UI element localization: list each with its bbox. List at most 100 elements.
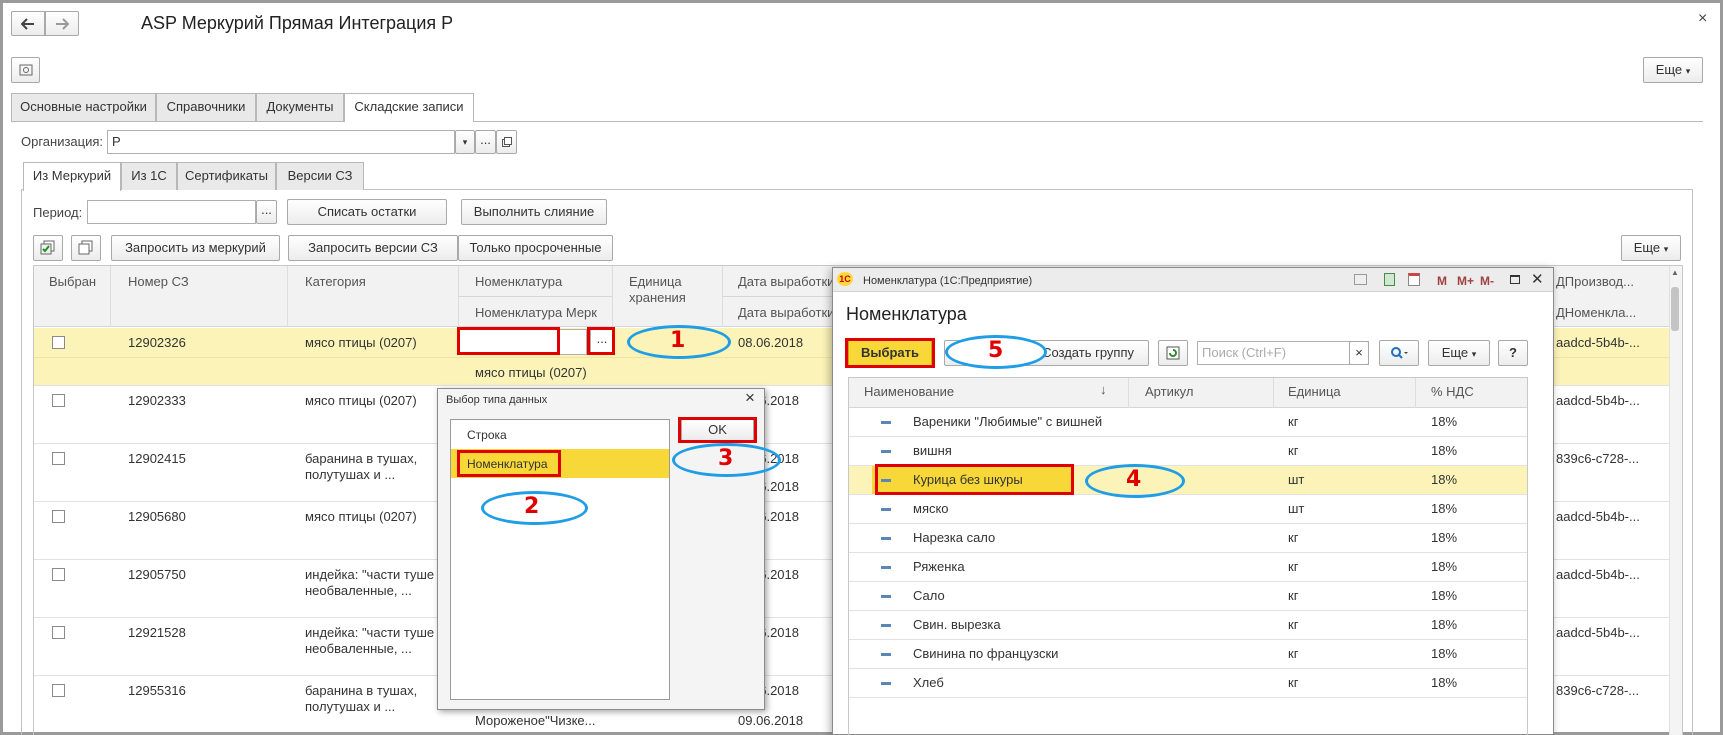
subtab-from-mercury[interactable]: Из Меркурий (23, 162, 121, 191)
annotation-box-selected-item (875, 464, 1074, 495)
org-select-button[interactable]: ... (475, 130, 496, 154)
col-number[interactable]: Номер СЗ (128, 274, 189, 289)
scroll-up-icon[interactable]: ▲ (1671, 268, 1679, 277)
help-button[interactable]: ? (1498, 340, 1528, 366)
nom-col-unit[interactable]: Единица (1288, 384, 1341, 399)
print-icon[interactable] (1354, 274, 1367, 285)
row-nomenclature-merc: мясо птицы (0207) (475, 365, 587, 380)
nom-item-name[interactable]: мяско (913, 501, 949, 517)
request-versions-button[interactable]: Запросить версии СЗ (288, 235, 458, 261)
nom-item-vat: 18% (1431, 472, 1458, 487)
type-item-string[interactable]: Строка (467, 427, 507, 443)
col-producer[interactable]: ДПроизвод... (1556, 274, 1634, 289)
nom-item-name[interactable]: Свин. вырезка (913, 617, 1001, 633)
search-clear-button[interactable]: × (1349, 341, 1369, 365)
nom-item-name[interactable]: Свинина по французски (913, 646, 1058, 662)
request-mercury-button[interactable]: Запросить из меркурий (111, 235, 280, 261)
tab-documents[interactable]: Документы (256, 93, 344, 121)
nom-item-unit: кг (1288, 414, 1299, 429)
memory-m-button[interactable]: M (1437, 274, 1447, 288)
nom-item-unit: кг (1288, 530, 1299, 545)
row-guid: aadcd-5b4b-... (1556, 567, 1640, 582)
nom-item-name[interactable]: Нарезка сало (913, 530, 995, 546)
col-storage-unit[interactable]: Единица хранения (629, 274, 705, 306)
search-button[interactable] (1379, 340, 1419, 366)
only-expired-button[interactable]: Только просроченные (458, 235, 613, 261)
tab-references[interactable]: Справочники (156, 93, 256, 121)
col-nomenclature-merc[interactable]: Номенклатура Мерк (475, 305, 597, 320)
col-production-date-2[interactable]: Дата выработки (738, 305, 834, 320)
col-production-date[interactable]: Дата выработки (738, 274, 834, 289)
memory-m-minus-button[interactable]: M- (1480, 274, 1494, 288)
tab-warehouse-records[interactable]: Складские записи (344, 93, 474, 122)
nom-item-unit: кг (1288, 646, 1299, 661)
item-marker-icon (881, 624, 891, 627)
search-input[interactable]: Поиск (Ctrl+F) (1197, 341, 1369, 365)
table-scrollbar[interactable] (1669, 266, 1682, 735)
window-close-icon[interactable]: × (1698, 10, 1707, 28)
col-nomenclature[interactable]: Номенклатура (475, 274, 562, 289)
row-category: баранина в тушах, (305, 451, 418, 466)
row-category: мясо птицы (0207) (305, 393, 417, 408)
col-sep (110, 266, 111, 327)
org-field[interactable]: Р (107, 130, 455, 154)
tab-main-settings[interactable]: Основные настройки (11, 93, 156, 121)
nom-col-article[interactable]: Артикул (1145, 384, 1193, 399)
period-select-button[interactable]: ... (256, 200, 277, 224)
nom-more-button[interactable]: Еще ▾ (1428, 340, 1490, 366)
nom-item-vat: 18% (1431, 588, 1458, 603)
check-all-button[interactable] (33, 235, 63, 261)
type-dialog-title: Выбор типа данных (446, 394, 548, 406)
row-checkbox[interactable] (52, 394, 65, 407)
nom-window-close-icon[interactable]: ✕ (1531, 270, 1544, 288)
annotation-box-ok (678, 417, 757, 443)
calculator-icon[interactable] (1384, 273, 1395, 286)
nom-item-name[interactable]: Вареники "Любимые" с вишней (913, 414, 1102, 430)
nom-item-name[interactable]: Сало (913, 588, 945, 604)
row-number: 12902326 (128, 335, 186, 350)
back-button[interactable] (11, 11, 45, 36)
nom-row-sep (849, 552, 1527, 553)
more-button-top[interactable]: Еще ▾ (1643, 57, 1703, 83)
maximize-icon[interactable] (1510, 275, 1520, 284)
forward-button[interactable] (45, 11, 79, 36)
nom-item-unit: кг (1288, 675, 1299, 690)
col-category[interactable]: Категория (305, 274, 366, 289)
more-button-table[interactable]: Еще ▾ (1621, 235, 1681, 261)
col-nomenclature-2[interactable]: ДНоменкла... (1556, 305, 1636, 320)
memory-m-plus-button[interactable]: M+ (1457, 274, 1474, 288)
subtab-versions[interactable]: Версии СЗ (276, 162, 364, 190)
nom-item-name[interactable]: вишня (913, 443, 952, 459)
uncheck-all-button[interactable] (71, 235, 101, 261)
subtab-from-1c[interactable]: Из 1С (121, 162, 177, 190)
type-dialog-close-icon[interactable]: × (745, 388, 755, 408)
row-checkbox[interactable] (52, 684, 65, 697)
subtab-certificates[interactable]: Сертификаты (177, 162, 276, 190)
org-dropdown-button[interactable]: ▾ (455, 130, 475, 154)
refresh-button[interactable] (1158, 340, 1188, 366)
row-category: индейка: "части туше (305, 567, 435, 582)
row-guid: aadcd-5b4b-... (1556, 393, 1640, 408)
row-checkbox[interactable] (52, 568, 65, 581)
period-field[interactable] (87, 200, 256, 224)
row-checkbox[interactable] (52, 336, 65, 349)
nom-col-name[interactable]: Наименование (864, 384, 954, 399)
col-selected[interactable]: Выбран (49, 274, 96, 289)
row-category: мясо птицы (0207) (305, 509, 417, 524)
nom-window-title: Номенклатура (1С:Предприятие) (863, 275, 1033, 287)
row-checkbox[interactable] (52, 626, 65, 639)
nom-item-unit: кг (1288, 588, 1299, 603)
create-group-label: Создать группу (1042, 345, 1134, 360)
write-off-button[interactable]: Списать остатки (287, 199, 447, 225)
nom-item-name[interactable]: Ряженка (913, 559, 965, 575)
nom-col-vat[interactable]: % НДС (1431, 384, 1474, 399)
row-checkbox[interactable] (52, 510, 65, 523)
scrollbar-thumb[interactable] (1671, 287, 1679, 331)
nom-item-name[interactable]: Хлеб (913, 675, 944, 691)
arrow-right-icon (56, 18, 70, 30)
settings-button[interactable] (11, 57, 40, 83)
row-checkbox[interactable] (52, 452, 65, 465)
org-open-button[interactable] (496, 130, 517, 154)
calendar-icon[interactable] (1408, 273, 1420, 286)
merge-button[interactable]: Выполнить слияние (461, 199, 607, 225)
